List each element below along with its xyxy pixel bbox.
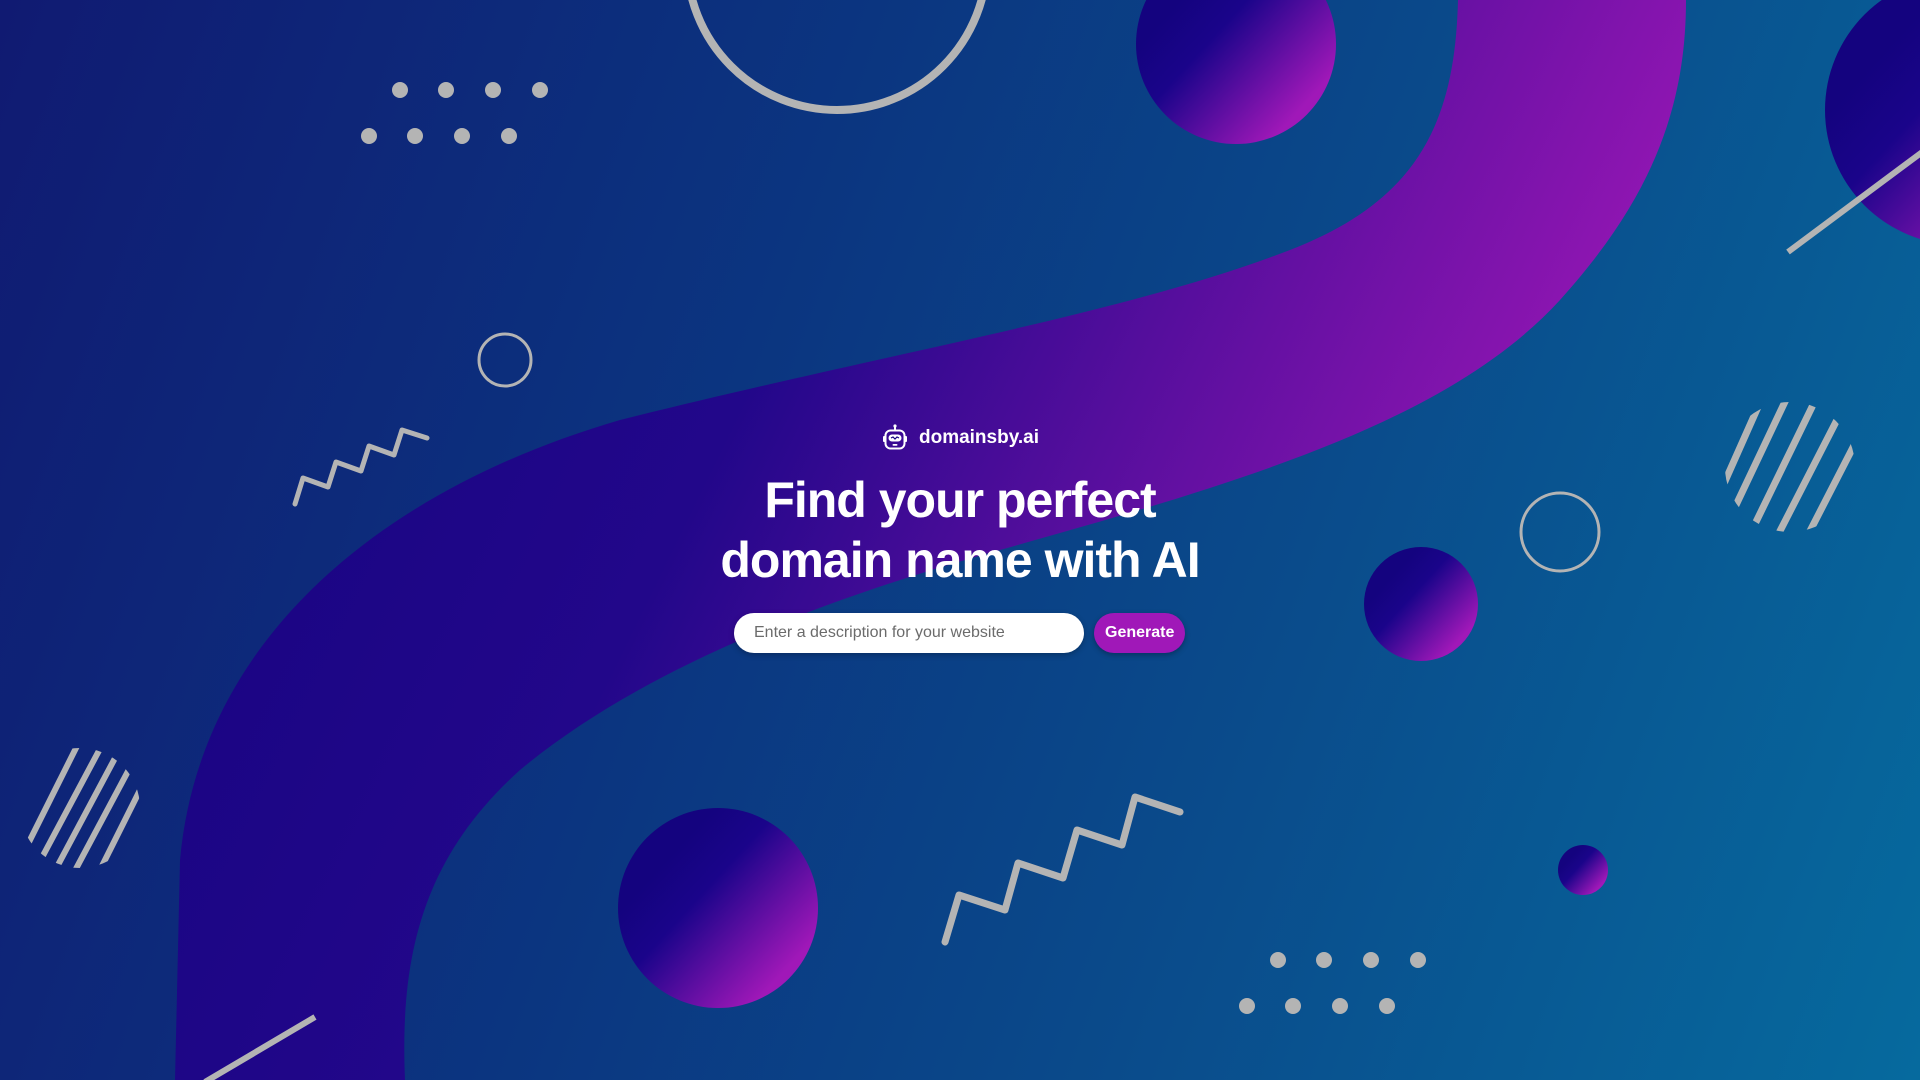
headline-line-2: domain name with AI bbox=[720, 532, 1200, 588]
headline-line-1: Find your perfect bbox=[764, 472, 1156, 528]
landing-page: domainsby.ai Find your perfect domain na… bbox=[0, 0, 1920, 1080]
robot-icon bbox=[881, 424, 909, 452]
page-title: Find your perfect domain name with AI bbox=[0, 470, 1920, 590]
brand-logo[interactable]: domainsby.ai bbox=[0, 424, 1920, 452]
brand-name: domainsby.ai bbox=[918, 427, 1039, 448]
hero-section: domainsby.ai Find your perfect domain na… bbox=[0, 0, 1920, 1080]
search-form: Generate bbox=[734, 613, 1186, 653]
description-input[interactable] bbox=[734, 613, 1084, 653]
generate-button[interactable]: Generate bbox=[1094, 613, 1186, 653]
